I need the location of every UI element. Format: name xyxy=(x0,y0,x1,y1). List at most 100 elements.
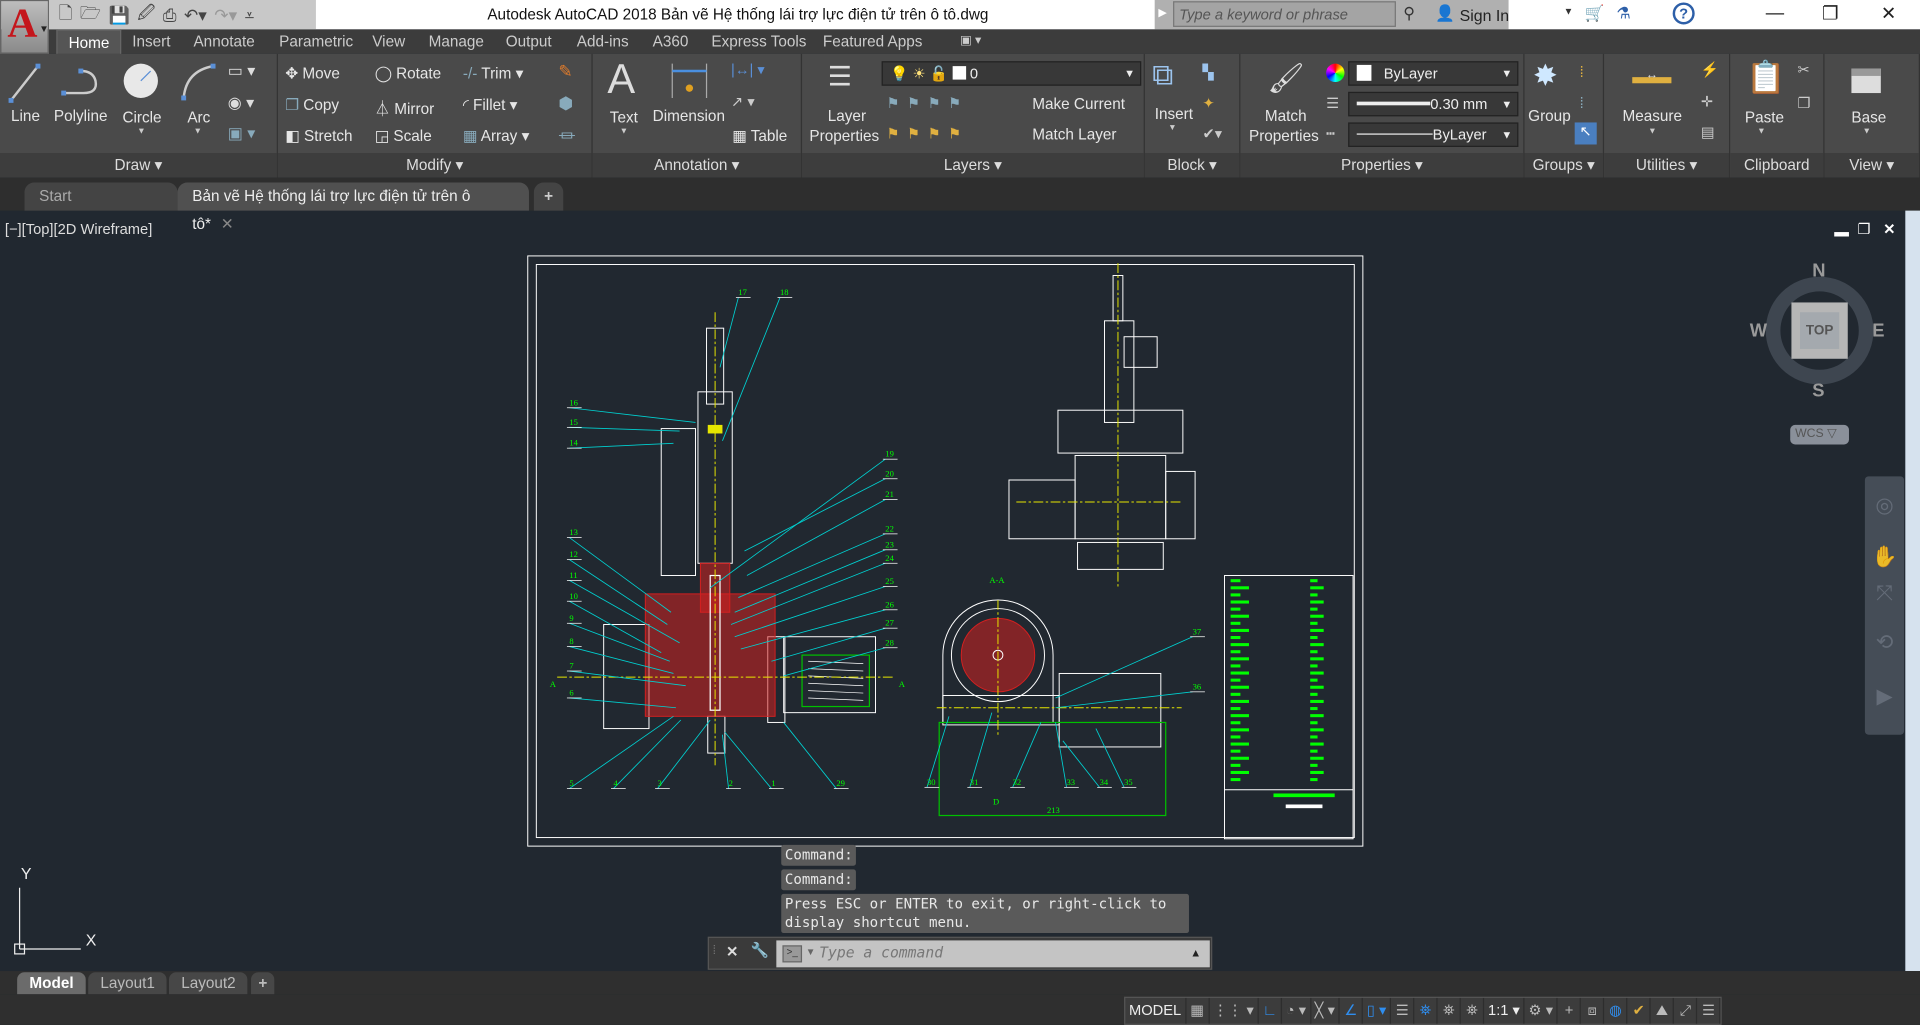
part-number-label: 32 xyxy=(1013,777,1022,787)
annotation-scale-dropdown[interactable]: 1:1 ▾ xyxy=(1484,997,1525,1024)
dimension-label: 213 xyxy=(1047,805,1060,815)
parts-list-row xyxy=(1230,770,1249,775)
orbit-icon[interactable]: ⟲ xyxy=(1865,631,1904,655)
osnap-icon[interactable]: ∠ xyxy=(1340,997,1364,1024)
application-menu-button[interactable]: A ▼ xyxy=(0,0,49,54)
compass-west[interactable]: W xyxy=(1750,321,1767,342)
parts-list-row xyxy=(1310,728,1324,732)
close-command-line-icon[interactable]: ✕ xyxy=(726,943,738,960)
parts-list-row xyxy=(1310,707,1318,711)
parts-list-row xyxy=(1310,770,1324,775)
new-layout-button[interactable]: + xyxy=(251,972,275,995)
chevron-down-icon: ▼ xyxy=(39,23,49,35)
otrack-icon[interactable]: ▯ ▾ xyxy=(1363,997,1392,1024)
showmotion-icon[interactable]: ▶ xyxy=(1865,684,1904,708)
part-number-label: 12 xyxy=(569,549,578,559)
viewcube-face-label: TOP xyxy=(1800,312,1840,349)
tab-layout1[interactable]: Layout1 xyxy=(88,972,168,995)
motor-winding xyxy=(808,690,864,694)
viewcube-top-face[interactable]: TOP xyxy=(1791,302,1848,359)
ortho-icon[interactable]: ∟ xyxy=(1259,997,1283,1024)
section-motor xyxy=(1058,672,1162,748)
command-history-toggle-icon[interactable]: ▲ xyxy=(1190,947,1201,959)
drawing-canvas[interactable]: 17 181615141312111098765 4 3 2 1 2919202122232… xyxy=(0,0,1920,1025)
part-number-label: 16 xyxy=(569,397,578,407)
compass-east[interactable]: E xyxy=(1872,321,1884,342)
customize-wrench-icon[interactable]: 🔧 xyxy=(751,942,769,959)
title-block-text xyxy=(1285,804,1323,809)
section-mark-right: A xyxy=(899,679,906,689)
parts-list-row xyxy=(1310,685,1324,689)
parts-list-row xyxy=(1230,742,1249,746)
compass-north[interactable]: N xyxy=(1812,261,1825,282)
chevron-down-icon[interactable]: ▼ xyxy=(806,947,816,958)
parts-list-row xyxy=(1310,756,1324,760)
parts-list-row xyxy=(1230,699,1249,703)
leader-line xyxy=(738,533,886,598)
autoscale-icon[interactable]: ⛯ xyxy=(1438,997,1462,1024)
parts-list-row xyxy=(1310,721,1318,725)
command-prompt-icon[interactable]: >_ xyxy=(782,945,803,963)
motor-winding xyxy=(808,697,864,701)
annotation-visibility-icon[interactable]: ⛯ xyxy=(1415,997,1438,1024)
workspace-gear-icon[interactable]: ⚙ ▾ xyxy=(1525,997,1559,1024)
part-outline xyxy=(783,636,877,714)
leader-line xyxy=(613,719,682,789)
section-title: A-A xyxy=(989,575,1005,585)
part-number-label: 31 xyxy=(970,777,979,787)
view-mark: D xyxy=(993,796,999,806)
units-icon[interactable]: + xyxy=(1558,997,1582,1024)
isodraft-icon[interactable]: ╳ ▾ xyxy=(1311,997,1340,1024)
polar-icon[interactable]: ◔ ▾ xyxy=(1282,997,1312,1024)
compass-south[interactable]: S xyxy=(1812,381,1824,402)
viewport-scrollbar-edge xyxy=(1905,210,1920,972)
part-number-label: 18 xyxy=(780,287,789,297)
isolate-icon[interactable]: ✔ xyxy=(1628,997,1652,1024)
part-outline xyxy=(660,428,697,577)
parts-list-row xyxy=(1310,692,1318,696)
zoom-extents-icon[interactable]: ⤧ xyxy=(1865,582,1904,606)
leader-line xyxy=(569,559,668,625)
grid-icon[interactable]: ▦ xyxy=(1186,997,1210,1024)
part-number-label: 14 xyxy=(569,438,578,448)
leader-line xyxy=(1055,636,1193,699)
pan-icon[interactable]: ✋ xyxy=(1865,545,1904,569)
part-number-label: 33 xyxy=(1067,777,1076,787)
part-outline xyxy=(1077,541,1164,570)
parts-list-row xyxy=(1230,749,1241,753)
part-number-label: 37 xyxy=(1193,626,1202,636)
parts-list-row xyxy=(1230,692,1241,696)
command-history-line: Command: xyxy=(781,844,857,866)
annotation-scale-icon[interactable]: ⛯ xyxy=(1461,997,1485,1024)
lineweight-icon[interactable]: ☰ xyxy=(1391,997,1415,1024)
model-space-toggle[interactable]: MODEL xyxy=(1125,997,1187,1024)
leader-line xyxy=(569,537,672,613)
tab-model[interactable]: Model xyxy=(17,972,86,995)
leader-line xyxy=(744,478,886,552)
command-input[interactable]: Type a command xyxy=(776,940,1210,968)
command-line-grip[interactable]: ⁞ xyxy=(713,944,716,957)
quick-properties-icon[interactable]: ⧈ xyxy=(1581,997,1605,1024)
parts-list-row xyxy=(1230,643,1249,647)
part-number-label: 1 xyxy=(771,778,775,788)
wcs-menu-button[interactable]: WCS ▽ xyxy=(1790,424,1849,445)
part-number-label: 4 xyxy=(613,778,618,788)
fullscreen-icon[interactable]: ⤢ xyxy=(1674,997,1698,1024)
hardware-acceleration-icon[interactable]: ◍ xyxy=(1605,997,1628,1024)
parts-list-row xyxy=(1310,628,1324,632)
parts-list-row xyxy=(1230,756,1249,760)
part-outline xyxy=(707,715,726,754)
steering-wheel-icon[interactable]: ◎ xyxy=(1865,493,1904,517)
snap-icon[interactable]: ⋮⋮ ▾ xyxy=(1209,997,1259,1024)
part-number-label: 27 xyxy=(885,618,894,628)
parts-list-row xyxy=(1230,657,1249,661)
parts-list-row xyxy=(1310,735,1318,739)
parts-list-row xyxy=(1230,671,1249,675)
parts-list-row xyxy=(1230,650,1241,654)
customize-icon[interactable]: ☰ xyxy=(1698,997,1721,1024)
part-outline xyxy=(1074,455,1167,540)
clean-screen-icon[interactable]: ⛰ xyxy=(1651,997,1675,1024)
part-number-label: 9 xyxy=(569,613,573,623)
parts-list-row xyxy=(1310,699,1324,703)
tab-layout2[interactable]: Layout2 xyxy=(168,972,248,995)
